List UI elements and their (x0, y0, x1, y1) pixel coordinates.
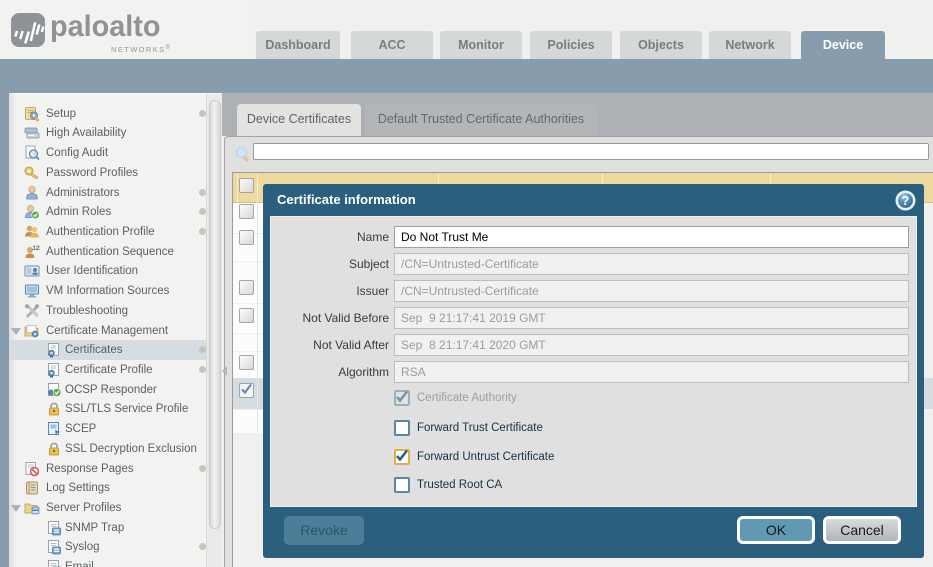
svg-text:?: ? (902, 194, 910, 208)
svg-text:123: 123 (33, 246, 41, 252)
